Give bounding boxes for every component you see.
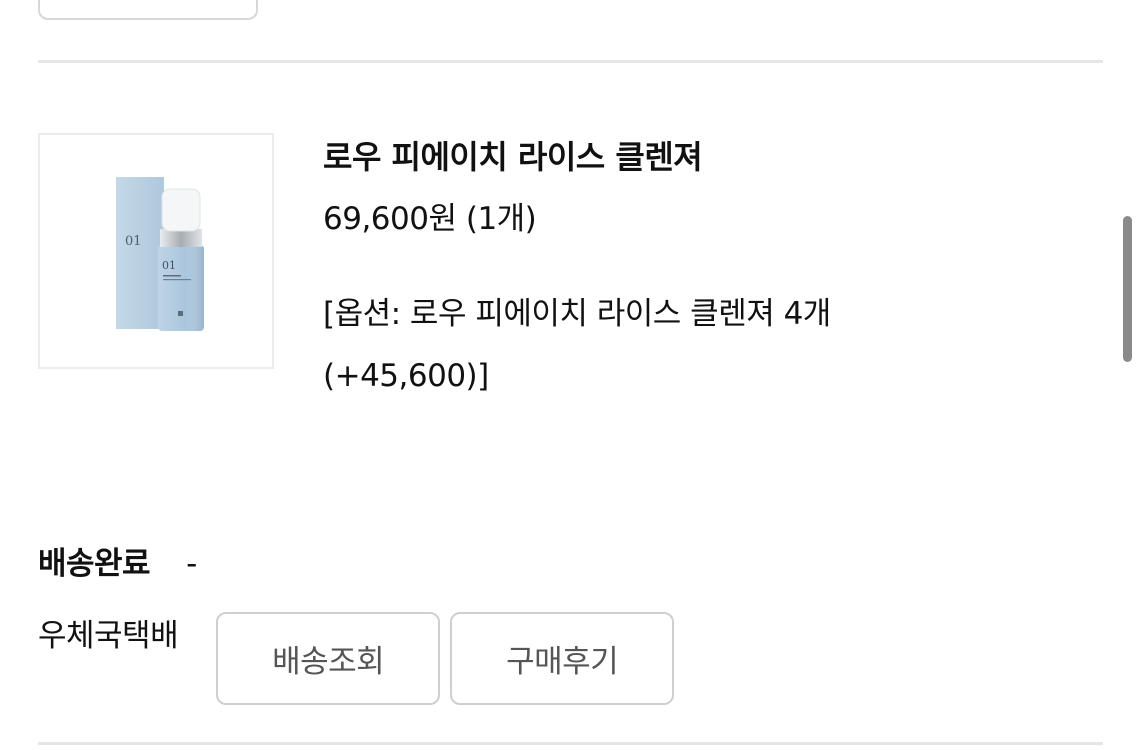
delivery-status: 배송완료	[38, 546, 151, 582]
bottle-pump	[161, 188, 201, 232]
order-detail-page: 01 01 로우 피에이치 라이스 클렌져 69,600원 (1개) [옵션: …	[0, 0, 1141, 750]
scrollbar-thumb[interactable]	[1123, 216, 1132, 362]
section-divider-bottom	[38, 742, 1103, 745]
product-thumbnail[interactable]: 01 01	[38, 133, 274, 369]
previous-section-button[interactable]	[38, 0, 258, 20]
product-info: 로우 피에이치 라이스 클렌져 69,600원 (1개) [옵션: 로우 피에이…	[323, 133, 1023, 407]
track-delivery-button[interactable]: 배송조회	[216, 612, 441, 705]
delivery-status-detail: -	[186, 546, 198, 582]
product-price-quantity: 69,600원 (1개)	[323, 201, 537, 237]
product-option: [옵션: 로우 피에이치 라이스 클렌져 4개 (+45,600)]	[323, 296, 831, 394]
product-name[interactable]: 로우 피에이치 라이스 클렌져	[323, 137, 1023, 177]
section-divider	[38, 60, 1103, 63]
delivery-status-row: 배송완료 -	[38, 540, 197, 588]
box-number: 01	[125, 234, 142, 249]
shipping-row: 우체국택배 배송조회 구매후기	[38, 612, 675, 706]
write-review-button[interactable]: 구매후기	[450, 612, 675, 705]
bottle-number: 01	[162, 259, 176, 272]
product-image: 01 01	[116, 177, 204, 331]
carrier-name: 우체국택배	[38, 618, 179, 654]
